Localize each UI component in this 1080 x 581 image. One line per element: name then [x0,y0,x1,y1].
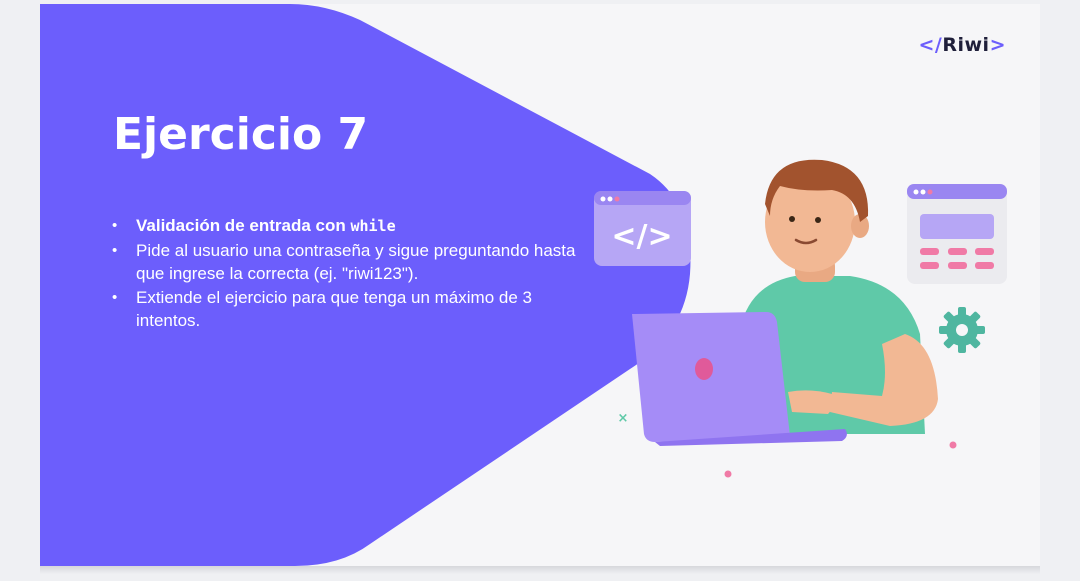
slide-title: Ejercicio 7 [113,109,369,160]
developer-illustration: </> × [594,159,1007,478]
gear-icon [939,307,985,353]
slide-shadow [40,566,1040,574]
bullet-item: Extiende el ejercicio para que tenga un … [112,286,582,333]
bullet-item: Pide al usuario una contraseña y sigue p… [112,239,582,286]
bullet-item: Validación de entrada con while [112,214,582,239]
exercise-bullets: Validación de entrada con while Pide al … [112,214,582,333]
slide: </Riwi> Ejercicio 7 Validación de entrad… [40,4,1040,566]
code-window-icon: </> [594,191,691,266]
svg-text:×: × [618,411,629,426]
code-keyword: while [350,217,396,235]
svg-text:</>: </> [611,219,672,254]
calculator-window-icon [907,184,1007,284]
riwi-logo: </Riwi> [918,34,1006,56]
